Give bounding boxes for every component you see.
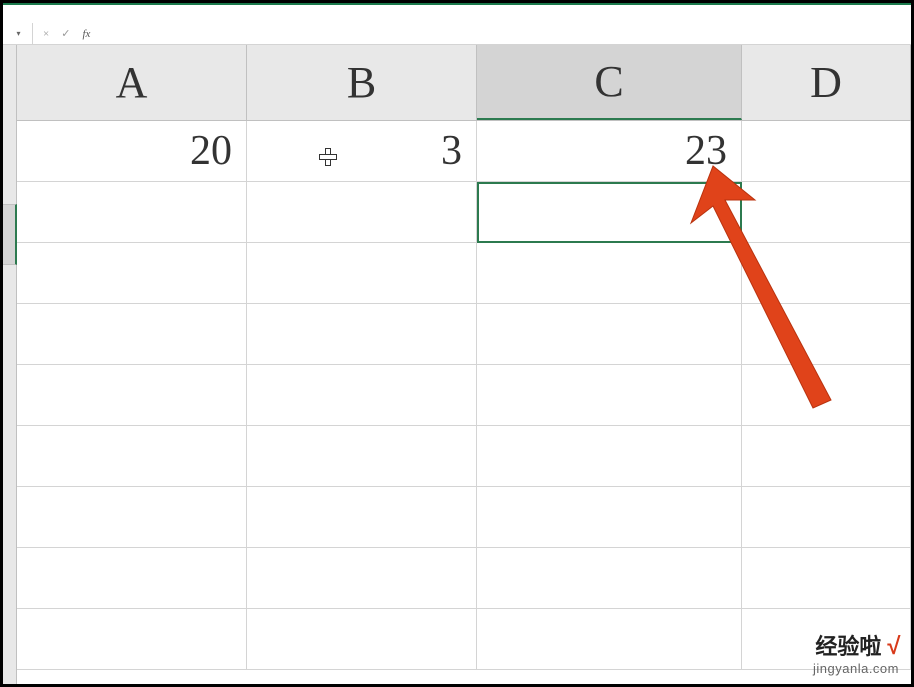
cell-b5[interactable] [247, 365, 477, 425]
cell-b6[interactable] [247, 426, 477, 486]
table-row [17, 304, 911, 365]
table-row [17, 609, 911, 670]
formula-input[interactable] [100, 23, 911, 44]
cell-d4[interactable] [742, 304, 911, 364]
cell-d2[interactable] [742, 182, 911, 242]
table-row [17, 243, 911, 304]
cell-b3[interactable] [247, 243, 477, 303]
cell-c4[interactable] [477, 304, 742, 364]
cell-b7[interactable] [247, 487, 477, 547]
cell-d3[interactable] [742, 243, 911, 303]
cell-d7[interactable] [742, 487, 911, 547]
cell-c2[interactable] [477, 182, 742, 242]
cell-a1[interactable]: 20 [17, 121, 247, 181]
cell-c8[interactable] [477, 548, 742, 608]
table-row [17, 182, 911, 243]
table-row [17, 426, 911, 487]
app-accent-bar [3, 3, 911, 5]
column-headers: A B C D [17, 45, 911, 121]
cell-b4[interactable] [247, 304, 477, 364]
cell-a3[interactable] [17, 243, 247, 303]
formula-bar: ▾ × ✓ fx [3, 23, 911, 45]
cell-b9[interactable] [247, 609, 477, 669]
cell-d8[interactable] [742, 548, 911, 608]
cell-a2[interactable] [17, 182, 247, 242]
cancel-icon[interactable]: × [43, 28, 49, 40]
cell-d6[interactable] [742, 426, 911, 486]
cell-c7[interactable] [477, 487, 742, 547]
table-row [17, 487, 911, 548]
watermark-check-icon: √ [886, 633, 899, 660]
column-header-b[interactable]: B [247, 45, 477, 120]
table-row [17, 365, 911, 426]
cell-a4[interactable] [17, 304, 247, 364]
cell-a5[interactable] [17, 365, 247, 425]
table-row: 20 3 23 [17, 121, 911, 182]
cell-a6[interactable] [17, 426, 247, 486]
watermark-text: 经验啦 [815, 634, 881, 659]
cell-c9[interactable] [477, 609, 742, 669]
table-row [17, 548, 911, 609]
cell-c1[interactable]: 23 [477, 121, 742, 181]
row-header-selected[interactable] [3, 204, 17, 265]
cell-d1[interactable] [742, 121, 911, 181]
cell-b2[interactable] [247, 182, 477, 242]
watermark: 经验啦 √ jingyanla.com [813, 629, 899, 676]
spreadsheet-app: ▾ × ✓ fx A B C D 20 3 23 [3, 3, 911, 684]
cell-a7[interactable] [17, 487, 247, 547]
watermark-url: jingyanla.com [813, 661, 899, 676]
grid-rows: 20 3 23 [17, 121, 911, 670]
cell-b8[interactable] [247, 548, 477, 608]
cell-b1[interactable]: 3 [247, 121, 477, 181]
spreadsheet-grid: A B C D 20 3 23 [17, 45, 911, 684]
fx-icon[interactable]: fx [82, 28, 90, 40]
formula-bar-buttons: × ✓ fx [33, 23, 100, 44]
name-box-dropdown-icon[interactable]: ▾ [16, 29, 20, 38]
cell-d5[interactable] [742, 365, 911, 425]
cell-c6[interactable] [477, 426, 742, 486]
row-header-gutter [3, 45, 17, 684]
accept-icon[interactable]: ✓ [61, 27, 70, 40]
name-box[interactable]: ▾ [3, 23, 33, 44]
column-header-c[interactable]: C [477, 45, 742, 120]
cell-a9[interactable] [17, 609, 247, 669]
cell-c5[interactable] [477, 365, 742, 425]
cell-c3[interactable] [477, 243, 742, 303]
column-header-d[interactable]: D [742, 45, 911, 120]
cell-a8[interactable] [17, 548, 247, 608]
column-header-a[interactable]: A [17, 45, 247, 120]
